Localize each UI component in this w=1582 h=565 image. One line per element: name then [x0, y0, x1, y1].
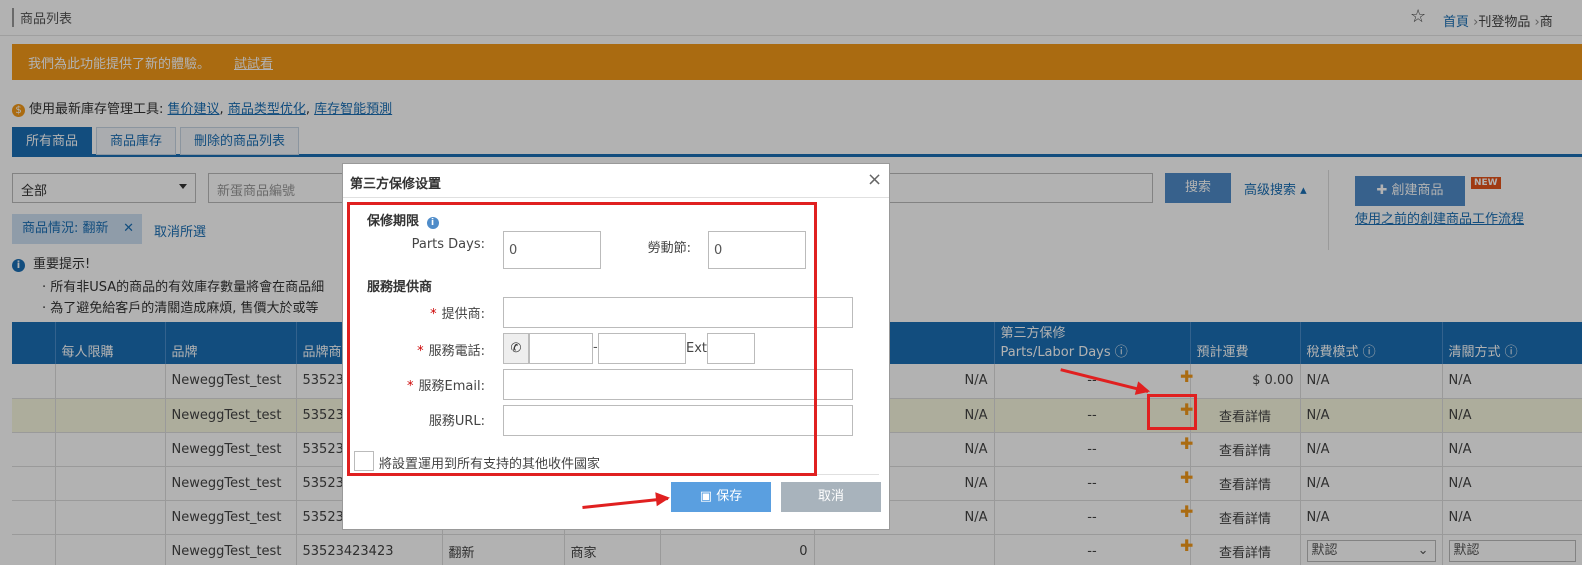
- modal-title: 第三方保修设置: [350, 177, 442, 192]
- cancel-button[interactable]: 取消: [781, 482, 881, 512]
- close-icon[interactable]: ×: [867, 169, 882, 190]
- annotation-box: [1147, 394, 1197, 430]
- annotation-box: [347, 202, 817, 476]
- save-button-label: 保存: [716, 489, 743, 504]
- save-button[interactable]: ▣ 保存: [671, 482, 771, 512]
- warranty-modal: 第三方保修设置 × 保修期限 i Parts Days: 0 勞動節: 0 服務…: [342, 163, 890, 530]
- floppy-icon: ▣: [699, 489, 717, 504]
- modal-header: 第三方保修设置 ×: [343, 164, 889, 198]
